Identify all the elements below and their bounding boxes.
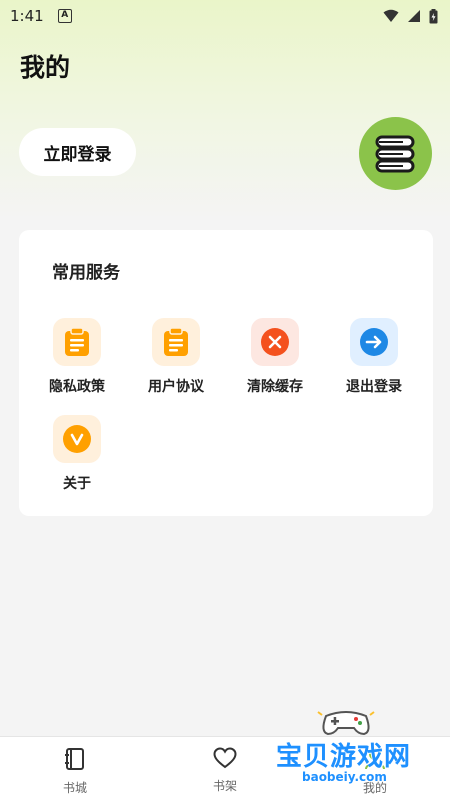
service-clear-cache[interactable]: 清除缓存 <box>225 318 325 398</box>
service-logout[interactable]: 退出登录 <box>324 318 424 398</box>
service-label: 隐私政策 <box>49 379 105 395</box>
books-icon <box>375 135 414 172</box>
service-label: 用户协议 <box>148 379 204 395</box>
clipboard-icon <box>152 318 200 366</box>
service-privacy-policy[interactable]: 隐私政策 <box>27 318 127 398</box>
watermark-text: 宝贝游戏网 <box>276 742 412 772</box>
heart-icon <box>213 747 237 769</box>
chevron-down-circle-icon <box>53 415 101 463</box>
service-label: 清除缓存 <box>247 379 303 395</box>
clipboard-icon <box>53 318 101 366</box>
page-title: 我的 <box>20 53 71 82</box>
status-icons <box>383 8 438 24</box>
tab-label: 书架 <box>212 779 237 793</box>
login-button[interactable]: 立即登录 <box>19 128 136 176</box>
status-time: 1:41 <box>10 7 44 25</box>
services-title: 常用服务 <box>52 263 120 283</box>
watermark: 宝贝游戏网 baobeiy.com <box>272 706 422 792</box>
service-label: 退出登录 <box>346 379 402 395</box>
book-icon <box>65 748 84 770</box>
tab-bookshelf[interactable]: 书架 <box>195 747 255 794</box>
avatar[interactable] <box>359 117 432 190</box>
signal-icon <box>408 10 420 22</box>
notification-icon: A <box>57 9 72 23</box>
gamepad-icon <box>317 711 375 736</box>
status-bar: 1:41 A <box>0 0 450 32</box>
battery-icon <box>429 8 438 23</box>
wifi-icon <box>383 9 399 22</box>
service-label: 关于 <box>63 476 91 492</box>
service-user-agreement[interactable]: 用户协议 <box>126 318 226 398</box>
services-card: 常用服务 隐私政策 用户协议 清除缓存 退出登录 关于 <box>19 230 433 516</box>
watermark-url: baobeiy.com <box>302 770 387 784</box>
tab-bookstore[interactable]: 书城 <box>45 747 105 796</box>
service-about[interactable]: 关于 <box>27 415 127 495</box>
arrow-right-circle-icon <box>350 318 398 366</box>
close-circle-icon <box>251 318 299 366</box>
tab-label: 书城 <box>62 781 87 795</box>
